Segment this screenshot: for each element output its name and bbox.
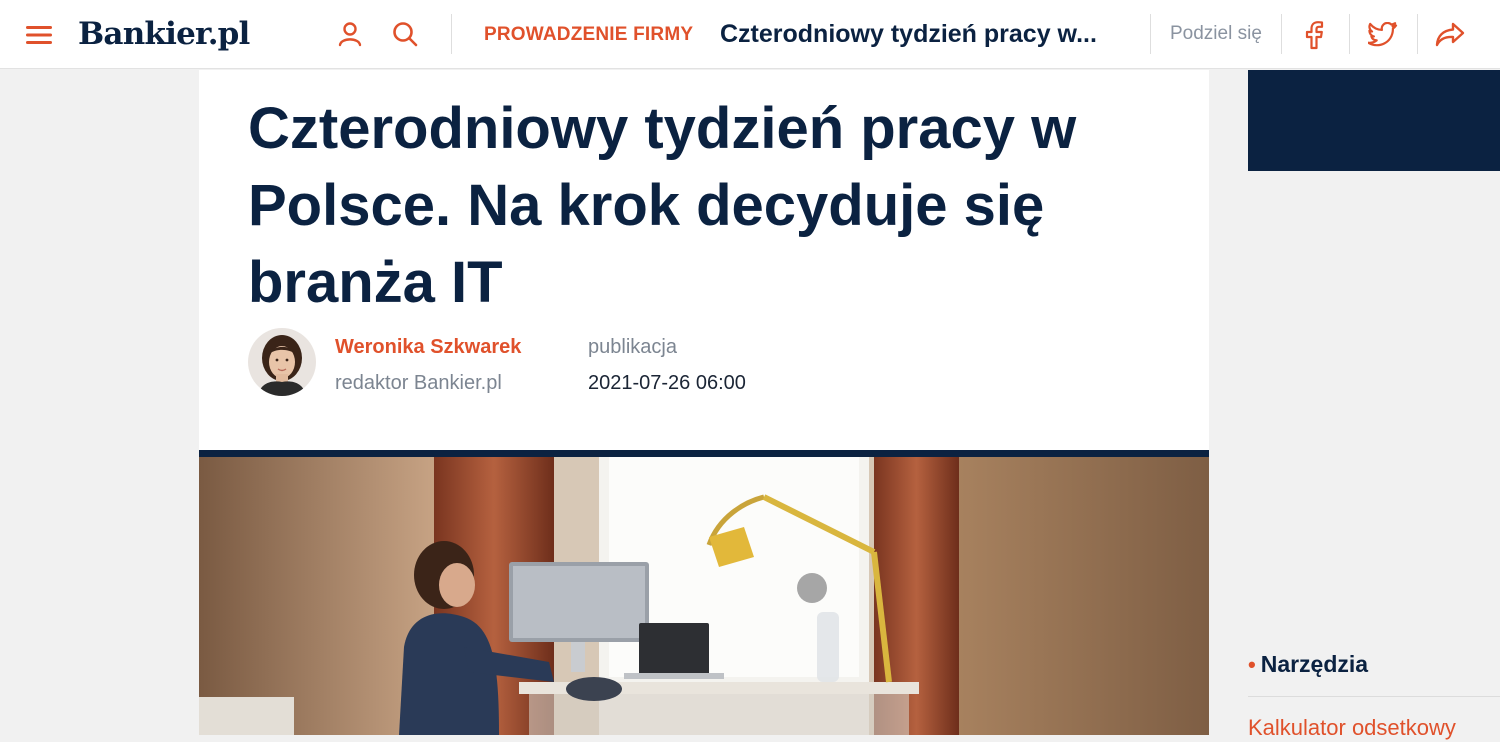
- article-hero-image: [199, 457, 1209, 735]
- divider: [1150, 14, 1151, 54]
- ad-banner[interactable]: [1248, 70, 1500, 171]
- site-logo[interactable]: Bankier.pl: [78, 14, 250, 54]
- search-icon[interactable]: [389, 18, 421, 50]
- menu-icon[interactable]: [24, 20, 54, 50]
- publication-label: publikacja: [588, 336, 677, 358]
- bullet-icon: •: [1248, 652, 1256, 677]
- tools-heading: • Narzędzia: [1248, 650, 1368, 678]
- divider: [451, 14, 452, 54]
- author-name[interactable]: Weronika Szkwarek: [335, 334, 521, 360]
- divider: [1349, 14, 1350, 54]
- top-navigation-bar: Bankier.pl PROWADZENIE FIRMY Czterodniow…: [0, 0, 1500, 69]
- user-account-icon[interactable]: [334, 18, 366, 50]
- article-card: Czterodniowy tydzień pracy w Polsce. Na …: [199, 70, 1209, 735]
- divider: [1248, 696, 1500, 697]
- author-role: redaktor Bankier.pl: [335, 372, 502, 394]
- author-avatar[interactable]: [248, 328, 316, 396]
- divider: [1417, 14, 1418, 54]
- section-link[interactable]: PROWADZENIE FIRMY: [484, 23, 693, 47]
- image-top-rule: [199, 450, 1209, 457]
- tools-heading-label: Narzędzia: [1260, 651, 1369, 677]
- share-arrow-icon[interactable]: [1432, 17, 1468, 53]
- publication-date: 2021-07-26 06:00: [588, 372, 746, 394]
- share-label: Podziel się: [1170, 23, 1262, 44]
- tools-link-interest-calculator[interactable]: Kalkulator odsetkowy: [1248, 714, 1456, 742]
- divider: [1281, 14, 1282, 54]
- facebook-share-icon[interactable]: [1296, 17, 1332, 53]
- twitter-share-icon[interactable]: [1365, 17, 1401, 53]
- article-title-compact: Czterodniowy tydzień pracy w...: [720, 20, 1097, 48]
- article-headline: Czterodniowy tydzień pracy w Polsce. Na …: [248, 96, 1077, 315]
